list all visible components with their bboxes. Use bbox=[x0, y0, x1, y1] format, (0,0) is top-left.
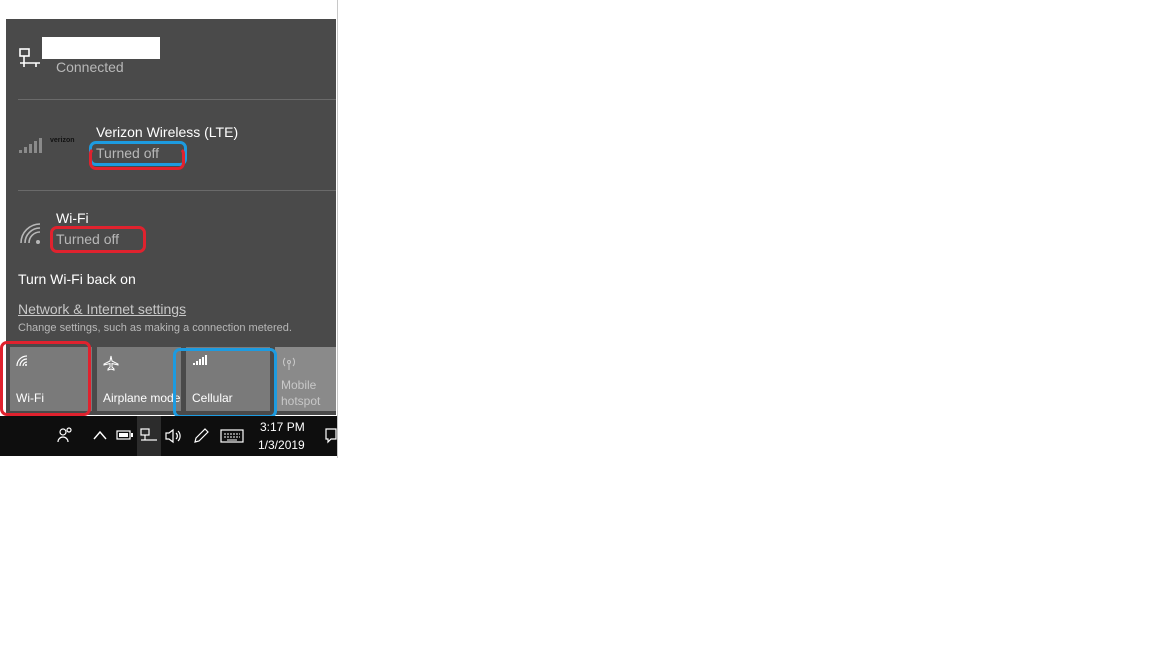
network-tray-icon bbox=[140, 428, 157, 441]
mobile-hotspot-quick-action[interactable]: Mobile hotspot bbox=[275, 347, 336, 411]
network-settings-link[interactable]: Network & Internet settings bbox=[18, 301, 186, 317]
airplane-mode-quick-action[interactable]: Airplane mode bbox=[97, 347, 181, 411]
ethernet-status: Connected bbox=[56, 59, 124, 75]
mobile-hotspot-label: Mobile hotspot bbox=[281, 378, 321, 408]
ethernet-item[interactable]: Connected bbox=[6, 19, 336, 99]
network-tray-button[interactable] bbox=[137, 416, 161, 456]
hotspot-icon bbox=[283, 357, 295, 370]
highlight-red-wifi-status bbox=[50, 226, 146, 253]
volume-icon[interactable] bbox=[164, 428, 182, 444]
keyboard-icon[interactable] bbox=[220, 429, 244, 443]
airplane-mode-label: Airplane mode bbox=[103, 391, 181, 405]
clock-date[interactable]: 1/3/2019 bbox=[258, 438, 305, 452]
highlight-red-cellular-status bbox=[89, 147, 185, 170]
wifi-network-name: Wi-Fi bbox=[56, 210, 89, 226]
taskbar: 3:17 PM 1/3/2019 bbox=[0, 416, 337, 456]
battery-icon[interactable] bbox=[116, 430, 134, 440]
clock-time[interactable]: 3:17 PM bbox=[260, 420, 305, 434]
cellular-signal-icon bbox=[19, 138, 42, 153]
cellular-network-name: Verizon Wireless (LTE) bbox=[96, 124, 239, 140]
settings-description: Change settings, such as making a connec… bbox=[18, 322, 292, 334]
pen-icon[interactable] bbox=[192, 427, 210, 445]
carrier-logo: verizon bbox=[50, 137, 75, 144]
wifi-off-icon bbox=[20, 223, 41, 244]
ethernet-icon bbox=[19, 48, 40, 67]
network-flyout-window: Connected verizon Verizon Wireless (LTE)… bbox=[0, 0, 338, 458]
wifi-restore-option[interactable]: Turn Wi-Fi back on bbox=[18, 271, 136, 287]
people-icon[interactable] bbox=[56, 426, 74, 444]
action-center-icon[interactable] bbox=[325, 428, 337, 444]
airplane-icon bbox=[103, 355, 119, 371]
chevron-up-icon[interactable] bbox=[93, 430, 107, 440]
highlight-red-wifi-tile bbox=[0, 341, 91, 416]
highlight-blue-cellular-tile bbox=[173, 348, 277, 418]
redacted-network-name bbox=[42, 37, 160, 59]
